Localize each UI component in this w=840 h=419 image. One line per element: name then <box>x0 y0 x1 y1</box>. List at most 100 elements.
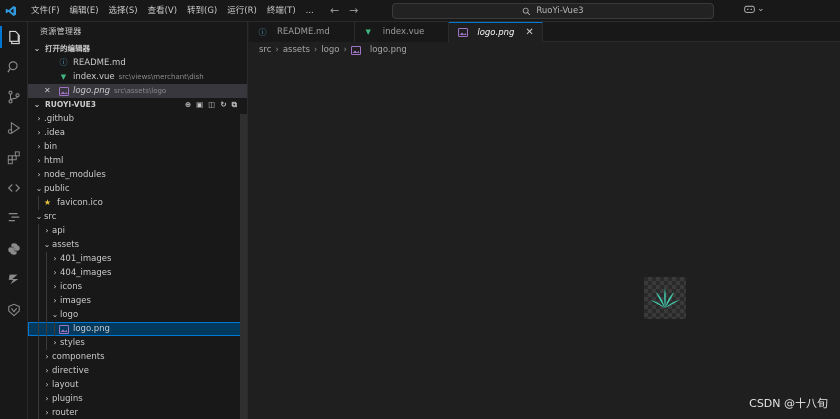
tree-folder[interactable]: › .idea <box>28 126 247 140</box>
new-folder-icon[interactable]: ▣ <box>196 98 203 112</box>
remote-icon[interactable] <box>3 177 25 199</box>
search-icon[interactable] <box>3 56 25 78</box>
new-file-icon[interactable]: ⊕ <box>185 98 191 112</box>
menu-item[interactable]: 运行(R) <box>222 0 262 22</box>
copilot-menu[interactable]: ⌄ <box>744 4 765 14</box>
indent-guide <box>46 336 47 350</box>
refresh-icon[interactable]: ↻ <box>220 98 226 112</box>
tree-folder[interactable]: › styles <box>28 336 247 350</box>
chevron-down-icon: ⌄ <box>33 44 41 53</box>
tree-item-label: 404_images <box>60 268 112 278</box>
chevron-right-icon: › <box>45 408 49 417</box>
tree-folder[interactable]: ⌄ public <box>28 182 247 196</box>
breadcrumb-item[interactable]: assets <box>283 45 310 55</box>
open-editor-name: README.md <box>73 58 126 68</box>
collapse-all-icon[interactable]: ⧉ <box>232 98 237 112</box>
tree-item-label: icons <box>60 282 83 292</box>
menu-item[interactable]: 选择(S) <box>104 0 143 22</box>
tree-folder[interactable]: › 401_images <box>28 252 247 266</box>
tree-folder[interactable]: ⌄ assets <box>28 238 247 252</box>
tree-item-label: directive <box>52 366 89 376</box>
chevron-right-icon: › <box>37 156 41 165</box>
sidebar-scrollbar[interactable] <box>240 114 247 419</box>
tree-folder[interactable]: › .github <box>28 112 247 126</box>
tab-label: index.vue <box>382 27 425 37</box>
menu-item[interactable]: 终端(T) <box>262 0 301 22</box>
menu-item[interactable]: ... <box>301 0 319 22</box>
image-editor: CSDN @十八旬 <box>249 58 840 419</box>
tree-folder[interactable]: › images <box>28 294 247 308</box>
indent-guide <box>46 294 47 308</box>
indent-guide <box>54 322 55 336</box>
tree-folder[interactable]: ⌄ logo <box>28 308 247 322</box>
close-icon[interactable]: ✕ <box>525 27 533 38</box>
git-branch-icon[interactable] <box>3 207 25 229</box>
chevron-right-icon: › <box>53 254 57 263</box>
logo-image-preview[interactable] <box>644 277 686 319</box>
tree-folder[interactable]: › router <box>28 406 247 419</box>
tree-folder[interactable]: › components <box>28 350 247 364</box>
tree-folder[interactable]: › icons <box>28 280 247 294</box>
open-editor-path: src\views\merchant\dish <box>118 73 204 81</box>
tree-folder[interactable]: › layout <box>28 378 247 392</box>
menu-item[interactable]: 查看(V) <box>143 0 182 22</box>
chevron-right-icon: › <box>37 142 41 151</box>
menu-item[interactable]: 转到(G) <box>182 0 222 22</box>
tree-folder[interactable]: › bin <box>28 140 247 154</box>
extensions-icon[interactable] <box>3 147 25 169</box>
tree-item-label: images <box>60 296 91 306</box>
project-header[interactable]: ⌄ RUOYI-VUE3 ⊕ ▣ ◫ ↻ ⧉ <box>28 98 247 112</box>
tree-item-label: plugins <box>52 394 83 404</box>
tab-label: logo.png <box>477 27 515 38</box>
tree-folder[interactable]: › 404_images <box>28 266 247 280</box>
vitest-icon[interactable] <box>3 268 25 290</box>
open-editor-item[interactable]: ▼ index.vue src\views\merchant\dish <box>28 70 247 84</box>
indent-guide <box>38 336 39 350</box>
indent-guide <box>38 252 39 266</box>
menu-bar: 文件(F) 编辑(E) 选择(S) 查看(V) 转到(G) 运行(R) 终端(T)... <box>26 0 319 22</box>
tab-index-vue[interactable]: ▼ index.vue <box>354 22 450 42</box>
tree-item-label: public <box>44 184 70 194</box>
chevron-right-icon: › <box>45 380 49 389</box>
breadcrumb-item[interactable]: logo.png <box>370 45 407 55</box>
source-control-icon[interactable] <box>3 86 25 108</box>
breadcrumb-item[interactable]: src <box>259 45 271 55</box>
tree-item-label: api <box>52 226 65 236</box>
tree-file[interactable]: logo.png <box>28 322 247 336</box>
chevron-down-icon: ⌄ <box>33 100 41 109</box>
command-center-search[interactable]: RuoYi-Vue3 <box>392 3 714 19</box>
tab-logo-png[interactable]: logo.png ✕ <box>449 22 543 42</box>
open-editor-item[interactable]: ✕ logo.png src\assets\logo <box>28 84 247 98</box>
active-indicator <box>0 26 2 48</box>
tree-item-label: favicon.ico <box>57 198 103 208</box>
menu-item[interactable]: 文件(F) <box>26 0 65 22</box>
tree-folder[interactable]: › html <box>28 154 247 168</box>
project-name: RUOYI-VUE3 <box>45 100 96 109</box>
chevron-right-icon: › <box>275 45 279 55</box>
menu-item[interactable]: 编辑(E) <box>65 0 104 22</box>
back-arrow-icon[interactable]: ← <box>330 4 339 17</box>
tree-folder[interactable]: ⌄ src <box>28 210 247 224</box>
breadcrumb-item[interactable]: logo <box>321 45 339 55</box>
tree-folder[interactable]: › node_modules <box>28 168 247 182</box>
tree-folder[interactable]: › api <box>28 224 247 238</box>
open-editor-item[interactable]: ⓘ README.md <box>28 56 247 70</box>
title-bar: 文件(F) 编辑(E) 选择(S) 查看(V) 转到(G) 运行(R) 终端(T)... ←… <box>0 0 840 22</box>
open-editors-header[interactable]: ⌄ 打开的编辑器 <box>28 42 247 56</box>
run-debug-icon[interactable] <box>3 117 25 139</box>
close-icon[interactable]: ✕ <box>44 84 58 98</box>
python-icon[interactable] <box>3 238 25 260</box>
tree-item-label: bin <box>44 142 58 152</box>
tree-item-label: router <box>52 408 78 418</box>
image-file-icon <box>351 45 362 56</box>
explorer-icon[interactable] <box>3 26 25 48</box>
image-file-icon <box>58 324 69 335</box>
tree-file[interactable]: ★ favicon.ico <box>28 196 247 210</box>
tab-readme-md[interactable]: ⓘ README.md <box>249 22 355 42</box>
forward-arrow-icon[interactable]: → <box>349 4 358 17</box>
collapse-icon[interactable]: ◫ <box>208 98 215 112</box>
gitlens-icon[interactable] <box>3 299 25 321</box>
tree-folder[interactable]: › plugins <box>28 392 247 406</box>
tree-folder[interactable]: › directive <box>28 364 247 378</box>
indent-guide <box>38 378 39 392</box>
